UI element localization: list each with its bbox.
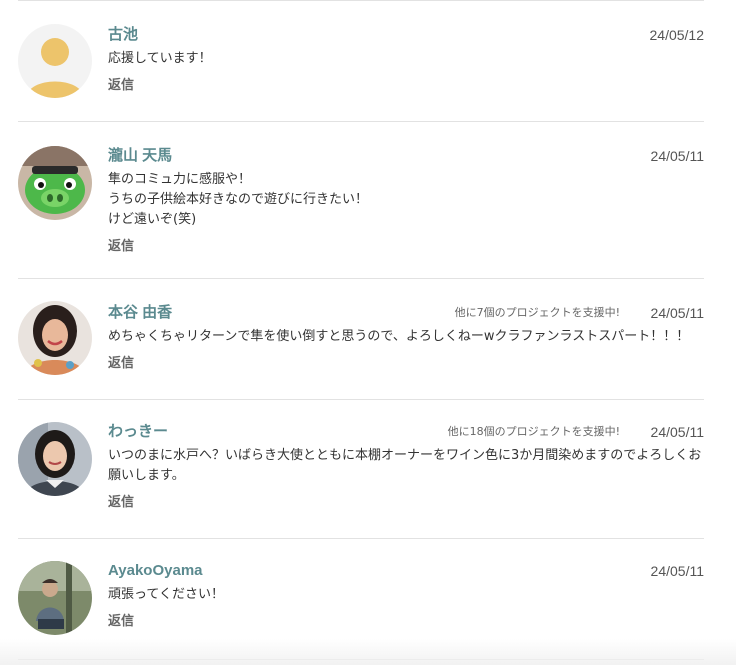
support-count[interactable]: 他に7個のプロジェクトを支援中! — [455, 303, 620, 323]
comment-date: 24/05/11 — [650, 563, 704, 579]
commenter-name[interactable]: 瀧山 天馬 — [108, 146, 704, 166]
reply-button[interactable]: 返信 — [108, 493, 134, 513]
reply-button[interactable]: 返信 — [108, 354, 134, 374]
comment-content: 本谷 由香 他に7個のプロジェクトを支援中! 24/05/11 めちゃくちゃリタ… — [108, 303, 704, 374]
comment-body: めちゃくちゃリターンで隼を使い倒すと思うので、よろしくねーwクラファンラストスパ… — [108, 329, 690, 344]
reply-button[interactable]: 返信 — [108, 76, 134, 96]
comment-content: AyakoOyama 24/05/11 頑張ってください！ 返信 — [108, 561, 704, 632]
person-outdoor-avatar[interactable] — [18, 561, 92, 635]
comment-item: 本谷 由香 他に7個のプロジェクトを支援中! 24/05/11 めちゃくちゃリタ… — [18, 279, 704, 400]
comment-date: 24/05/11 — [650, 305, 704, 321]
reply-button[interactable]: 返信 — [108, 237, 134, 257]
woman-smiling-avatar[interactable] — [18, 301, 92, 375]
comment-body: 頑張ってください！ — [108, 587, 224, 602]
woman-portrait-avatar[interactable] — [18, 422, 92, 496]
comment-item: AyakoOyama 24/05/11 頑張ってください！ 返信 — [18, 539, 704, 660]
comment-content: 瀧山 天馬 24/05/11 隼のコミュ力に感服や！ うちの子供絵本好きなので遊… — [108, 146, 704, 257]
comment-date: 24/05/11 — [650, 148, 704, 164]
comment-item: わっきー 他に18個のプロジェクトを支援中! 24/05/11 いつのまに水戸へ… — [18, 400, 704, 539]
comment-item: 古池 24/05/12 応援しています！ 返信 — [18, 1, 704, 122]
comment-item: 瀧山 天馬 24/05/11 隼のコミュ力に感服や！ うちの子供絵本好きなので遊… — [18, 122, 704, 279]
default-avatar-icon[interactable] — [18, 24, 92, 98]
comment-content: わっきー 他に18個のプロジェクトを支援中! 24/05/11 いつのまに水戸へ… — [108, 422, 704, 513]
support-count[interactable]: 他に18個のプロジェクトを支援中! — [448, 422, 620, 442]
comment-date: 24/05/11 — [650, 424, 704, 440]
comment-content: 古池 24/05/12 応援しています！ 返信 — [108, 25, 704, 96]
comment-body: 応援しています！ — [108, 51, 212, 66]
comment-body: 隼のコミュ力に感服や！ うちの子供絵本好きなので遊びに行きたい！ けど遠いぞ(笑… — [108, 172, 369, 227]
comment-body: いつのまに水戸へ？いばらき大使とともに本棚オーナーをワイン色に3か月間染めますの… — [108, 448, 702, 483]
comment-date: 24/05/12 — [649, 27, 705, 43]
commenter-name[interactable]: AyakoOyama — [108, 561, 704, 581]
comment-list: 古池 24/05/12 応援しています！ 返信 瀧山 天馬 24/05/11 隼… — [18, 0, 704, 660]
reply-button[interactable]: 返信 — [108, 612, 134, 632]
commenter-name[interactable]: 古池 — [108, 25, 704, 45]
green-character-avatar[interactable] — [18, 146, 92, 220]
